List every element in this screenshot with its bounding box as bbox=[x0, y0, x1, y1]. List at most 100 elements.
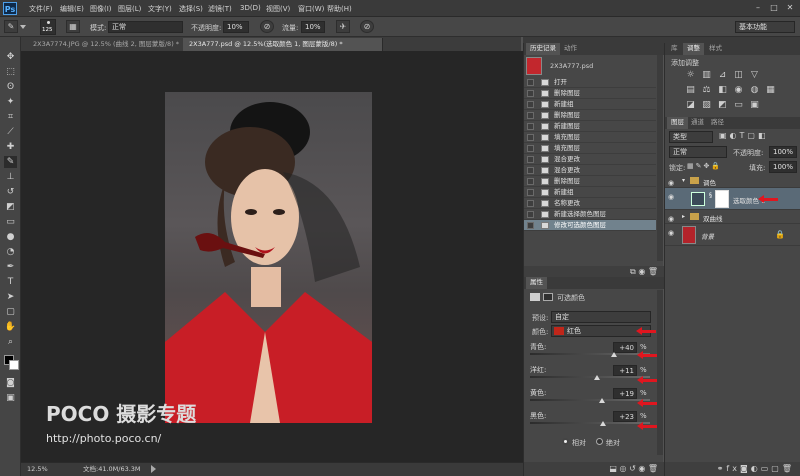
brush-tool-icon[interactable]: ✎ bbox=[4, 20, 18, 33]
magenta-track[interactable] bbox=[530, 376, 650, 378]
color-balance-icon[interactable]: ⚖ bbox=[701, 85, 712, 96]
tab-adjustments[interactable]: 调整 bbox=[683, 43, 704, 55]
crop-tool-icon[interactable]: ⌗ bbox=[4, 111, 17, 123]
type-tool-icon[interactable]: T bbox=[4, 276, 17, 288]
eye-icon[interactable]: ◉ bbox=[668, 194, 677, 201]
brush-preset-picker[interactable]: 125 bbox=[40, 19, 56, 35]
collapse-arrow-icon[interactable]: ▸ bbox=[682, 213, 685, 220]
invert-icon[interactable]: ◪ bbox=[685, 100, 696, 111]
threshold-icon[interactable]: ◩ bbox=[717, 100, 728, 111]
layer-mask-thumbnail[interactable] bbox=[715, 190, 729, 208]
move-tool-icon[interactable]: ✥ bbox=[4, 51, 17, 63]
photo-filter-icon[interactable]: ◉ bbox=[733, 85, 744, 96]
airbrush-icon[interactable]: ✈ bbox=[336, 20, 350, 33]
history-item[interactable]: 新建组 bbox=[524, 187, 656, 198]
black-value[interactable]: +23 bbox=[613, 411, 637, 422]
minimize-icon[interactable]: – bbox=[752, 3, 764, 13]
pen-tool-icon[interactable]: ✒ bbox=[4, 261, 17, 273]
flow-input[interactable]: 10% bbox=[301, 21, 325, 33]
reset-icon[interactable]: ↺ bbox=[629, 464, 636, 473]
posterize-icon[interactable]: ▨ bbox=[701, 100, 712, 111]
link-icon[interactable]: § bbox=[709, 192, 713, 206]
preset-select[interactable]: 自定 bbox=[551, 311, 651, 323]
zoom-tool-icon[interactable]: ⌕ bbox=[4, 336, 17, 348]
tab-styles[interactable]: 样式 bbox=[705, 43, 726, 55]
gradient-map-icon[interactable]: ▭ bbox=[733, 100, 744, 111]
tab-libraries[interactable]: 库 bbox=[667, 43, 682, 55]
menu-view[interactable]: 视图(V) bbox=[266, 4, 290, 14]
history-item[interactable]: 打开 bbox=[524, 77, 656, 88]
layer-filter-icons[interactable]: ▣◐T▢◧ bbox=[719, 131, 797, 143]
close-icon[interactable]: ✕ bbox=[784, 3, 796, 13]
snapshot-thumbnail[interactable] bbox=[526, 57, 542, 75]
workspace-select[interactable]: 基本功能 bbox=[735, 21, 795, 33]
yellow-slider-thumb[interactable] bbox=[599, 398, 605, 403]
pressure-size-icon[interactable]: ⊘ bbox=[360, 20, 374, 33]
mode-select[interactable]: 正常 bbox=[108, 21, 183, 33]
selective-color-icon[interactable]: ▣ bbox=[749, 100, 760, 111]
menu-3d[interactable]: 3D(D) bbox=[240, 4, 261, 12]
layer-opacity-input[interactable]: 100% bbox=[769, 146, 797, 158]
black-slider-thumb[interactable] bbox=[600, 421, 606, 426]
status-menu-icon[interactable] bbox=[151, 465, 156, 473]
clone-stamp-tool-icon[interactable]: ⊥ bbox=[4, 171, 17, 183]
exposure-icon[interactable]: ◫ bbox=[733, 70, 744, 81]
menu-select[interactable]: 选择(S) bbox=[179, 4, 203, 14]
hue-saturation-icon[interactable]: ▤ bbox=[685, 85, 696, 96]
maximize-icon[interactable]: □ bbox=[768, 3, 780, 13]
magenta-value[interactable]: +11 bbox=[613, 365, 637, 376]
layer-row-group[interactable]: ◉ ▸ 双曲线 bbox=[665, 210, 800, 224]
menu-file[interactable]: 文件(F) bbox=[29, 4, 53, 14]
eraser-tool-icon[interactable]: ◩ bbox=[4, 201, 17, 213]
history-item[interactable]: 删除图层 bbox=[524, 88, 656, 99]
channel-mixer-icon[interactable]: ◍ bbox=[749, 85, 760, 96]
eye-icon[interactable]: ◉ bbox=[668, 180, 677, 187]
healing-brush-tool-icon[interactable]: ✚ bbox=[4, 141, 17, 153]
path-select-tool-icon[interactable]: ➤ bbox=[4, 291, 17, 303]
menu-filter[interactable]: 滤镜(T) bbox=[208, 4, 232, 14]
layer-row-background[interactable]: ◉ 背景 🔒 bbox=[665, 224, 800, 246]
hand-tool-icon[interactable]: ✋ bbox=[4, 321, 17, 333]
new-layer-icon[interactable]: ▢ bbox=[771, 464, 782, 473]
history-item[interactable]: 新建选择颜色图层 bbox=[524, 209, 656, 220]
new-adjustment-icon[interactable]: ◐ bbox=[751, 464, 761, 473]
background-color-swatch[interactable] bbox=[9, 360, 19, 370]
brightness-icon[interactable]: ☼ bbox=[685, 70, 696, 81]
tab-paths[interactable]: 路径 bbox=[707, 117, 728, 129]
yellow-value[interactable]: +19 bbox=[613, 388, 637, 399]
clip-to-layer-icon[interactable]: ⬓ bbox=[609, 464, 617, 473]
tab-channels[interactable]: 通道 bbox=[687, 117, 708, 129]
history-brush-tool-icon[interactable]: ↺ bbox=[4, 186, 17, 198]
snapshot-camera-icon[interactable]: ◉ bbox=[638, 267, 645, 276]
blend-mode-select[interactable]: 正常 bbox=[669, 146, 727, 158]
history-item[interactable]: 新建组 bbox=[524, 99, 656, 110]
link-layers-icon[interactable]: ⚭ bbox=[717, 464, 727, 473]
blur-tool-icon[interactable]: ● bbox=[4, 231, 17, 243]
eye-icon[interactable]: ◉ bbox=[668, 230, 677, 237]
mask-icon[interactable] bbox=[543, 293, 553, 301]
history-item[interactable]: 混合更改 bbox=[524, 165, 656, 176]
lasso-tool-icon[interactable]: ʘ bbox=[4, 81, 17, 93]
levels-icon[interactable]: ▥ bbox=[701, 70, 712, 81]
menu-image[interactable]: 图像(I) bbox=[90, 4, 112, 14]
shape-tool-icon[interactable]: ▢ bbox=[4, 306, 17, 318]
black-white-icon[interactable]: ◧ bbox=[717, 85, 728, 96]
history-item[interactable]: 新建图层 bbox=[524, 121, 656, 132]
history-scrollbar[interactable] bbox=[657, 55, 663, 261]
view-previous-icon[interactable]: ◎ bbox=[620, 464, 627, 473]
pressure-opacity-icon[interactable]: ⊘ bbox=[260, 20, 274, 33]
eyedropper-tool-icon[interactable]: ⟋ bbox=[4, 126, 17, 138]
curves-icon[interactable]: ⊿ bbox=[717, 70, 728, 81]
brush-panel-icon[interactable]: ▦ bbox=[66, 20, 80, 33]
screen-mode-icon[interactable]: ▣ bbox=[4, 392, 17, 404]
menu-layer[interactable]: 图层(L) bbox=[118, 4, 141, 14]
cyan-track[interactable] bbox=[530, 353, 650, 355]
vibrance-icon[interactable]: ▽ bbox=[749, 70, 760, 81]
tab-layers[interactable]: 图层 bbox=[667, 117, 688, 129]
history-item[interactable]: 删除图层 bbox=[524, 110, 656, 121]
yellow-track[interactable] bbox=[530, 399, 650, 401]
black-track[interactable] bbox=[530, 422, 650, 424]
document-image[interactable] bbox=[165, 92, 372, 423]
history-item[interactable]: 填充图层 bbox=[524, 132, 656, 143]
fill-input[interactable]: 100% bbox=[769, 161, 797, 173]
